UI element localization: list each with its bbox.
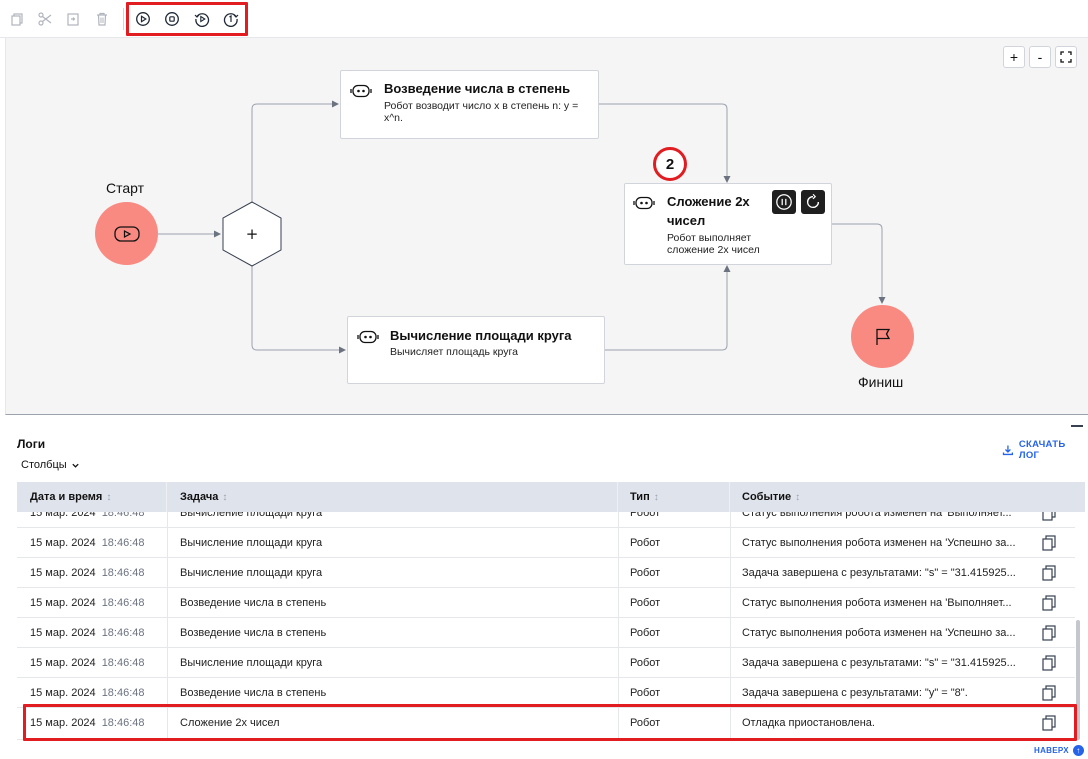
cell-type: Робот xyxy=(630,537,661,549)
restart-icon xyxy=(806,193,820,209)
node-circle-desc: Вычисляет площадь круга xyxy=(390,346,518,358)
columns-dropdown[interactable]: Столбцы xyxy=(21,459,80,471)
columns-dropdown-label: Столбцы xyxy=(21,459,67,471)
robot-icon xyxy=(633,196,655,210)
cell-date: 15 мар. 2024 xyxy=(30,627,96,639)
copy-icon[interactable] xyxy=(1042,655,1056,671)
node-circle-area[interactable]: Вычисление площади круга Вычисляет площа… xyxy=(347,316,605,384)
header-date[interactable]: Дата и время ↕ xyxy=(17,482,167,512)
cell-datetime: 15 мар. 2024 18:46:48 xyxy=(30,648,165,678)
node-sum-title: Сложение 2х чисел xyxy=(667,194,750,228)
arrow-up-icon: ↑ xyxy=(1072,745,1084,756)
header-task[interactable]: Задача ↕ xyxy=(167,482,618,512)
cell-event: Задача завершена с результатами: "s" = "… xyxy=(742,657,1016,669)
cell-datetime: 15 мар. 2024 18:46:48 xyxy=(30,588,165,618)
cell-time: 18:46:48 xyxy=(101,627,145,639)
restart-button[interactable] xyxy=(801,190,825,214)
table-row[interactable]: 15 мар. 2024 18:46:48 Возведение числа в с… xyxy=(17,618,1075,648)
copy-icon[interactable] xyxy=(1042,595,1056,611)
cell-event: Статус выполнения робота изменен на 'Вып… xyxy=(742,597,1012,609)
node-power-desc: Робот возводит число x в степень n: y = … xyxy=(384,100,579,124)
copy-icon[interactable] xyxy=(1042,685,1056,701)
cell-datetime: 15 мар. 2024 18:46:48 xyxy=(30,558,165,588)
cell-date: 15 мар. 2024 xyxy=(30,567,96,579)
cell-time: 18:46:48 xyxy=(101,597,145,609)
cell-date: 15 мар. 2024 xyxy=(30,537,96,549)
cell-time: 18:46:48 xyxy=(101,567,145,579)
logs-title: Логи xyxy=(17,437,46,451)
finish-label: Финиш xyxy=(858,374,904,390)
download-icon xyxy=(1002,445,1014,456)
table-row[interactable]: 15 мар. 2024 18:46:48 Вычисление площади к… xyxy=(17,528,1075,558)
sort-icon: ↕ xyxy=(795,491,801,503)
gateway-symbol: + xyxy=(246,225,259,243)
sort-icon: ↕ xyxy=(222,491,228,503)
back-to-top-link[interactable]: НАВЕРХ ↑ xyxy=(1034,745,1084,756)
chevron-down-icon xyxy=(72,463,79,468)
cell-type: Робот xyxy=(630,597,661,609)
table-header: Дата и время ↕ Задача ↕ Тип ↕ Событие ↕ xyxy=(17,482,1085,512)
cell-task: Вычисление площади круга xyxy=(180,537,323,549)
collapse-panel-button[interactable] xyxy=(1071,425,1083,427)
cell-event: Задача завершена с результатами: "s" = "… xyxy=(742,567,1016,579)
node-circle-title: Вычисление площади круга xyxy=(390,328,572,343)
cell-type: Робот xyxy=(630,567,661,579)
pause-icon xyxy=(776,194,792,210)
robot-icon xyxy=(357,330,379,344)
table-row[interactable]: 15 мар. 2024 18:46:48 Вычисление площади к… xyxy=(17,558,1075,588)
cell-time: 18:46:48 xyxy=(101,687,145,699)
cell-event: Статус выполнения робота изменен на 'Усп… xyxy=(742,537,1016,549)
sort-icon: ↕ xyxy=(653,491,659,503)
cell-time: 18:46:48 xyxy=(101,537,145,549)
cell-task: Вычисление площади круга xyxy=(180,657,323,669)
paused-row-highlight xyxy=(23,704,1077,741)
cell-event: Статус выполнения робота изменен на 'Усп… xyxy=(742,627,1016,639)
cell-datetime: 15 мар. 2024 18:46:48 xyxy=(30,618,165,648)
node-sum[interactable]: Сложение 2х чисел Робот выполняет сложен… xyxy=(624,183,832,265)
header-type[interactable]: Тип ↕ xyxy=(618,482,730,512)
cell-date: 15 мар. 2024 xyxy=(30,687,96,699)
cell-date: 15 мар. 2024 xyxy=(30,597,96,609)
download-log-label: СКАЧАТЬ ЛОГ xyxy=(1018,439,1066,461)
back-to-top-label: НАВЕРХ xyxy=(1034,746,1069,755)
node-power[interactable]: Возведение числа в степень Робот возводи… xyxy=(340,70,599,139)
download-log-link[interactable]: СКАЧАТЬ ЛОГ xyxy=(1002,439,1088,461)
start-event[interactable] xyxy=(95,202,158,265)
annotation-badge-2: 2 xyxy=(653,147,687,181)
app-root: 1 + - Старт + Возведение числа xyxy=(0,0,1088,759)
cell-date: 15 мар. 2024 xyxy=(30,657,96,669)
cell-task: Возведение числа в степень xyxy=(180,597,327,609)
cell-type: Робот xyxy=(630,627,661,639)
flag-icon xyxy=(875,328,890,345)
play-icon xyxy=(113,225,140,242)
pause-button[interactable] xyxy=(772,190,796,214)
node-power-title: Возведение числа в степень xyxy=(384,81,571,96)
table-row[interactable]: 15 мар. 2024 18:46:48 Возведение числа в с… xyxy=(17,588,1075,618)
parallel-gateway[interactable]: + xyxy=(221,200,283,268)
node-sum-desc: Робот выполняет сложение 2х чисел xyxy=(667,232,760,256)
finish-event[interactable] xyxy=(851,305,914,368)
header-event[interactable]: Событие ↕ xyxy=(730,482,1085,512)
cell-datetime: 15 мар. 2024 18:46:48 xyxy=(30,528,165,558)
copy-icon[interactable] xyxy=(1042,565,1056,581)
table-row[interactable]: 15 мар. 2024 18:46:48 Вычисление площади к… xyxy=(17,648,1075,678)
start-label: Старт xyxy=(106,180,145,196)
cell-task: Вычисление площади круга xyxy=(180,567,323,579)
cell-task: Возведение числа в степень xyxy=(180,627,327,639)
copy-icon[interactable] xyxy=(1042,535,1056,551)
cell-type: Робот xyxy=(630,657,661,669)
sort-icon: ↕ xyxy=(106,491,112,503)
robot-icon xyxy=(350,84,372,98)
cell-time: 18:46:48 xyxy=(101,657,145,669)
copy-icon[interactable] xyxy=(1042,625,1056,641)
